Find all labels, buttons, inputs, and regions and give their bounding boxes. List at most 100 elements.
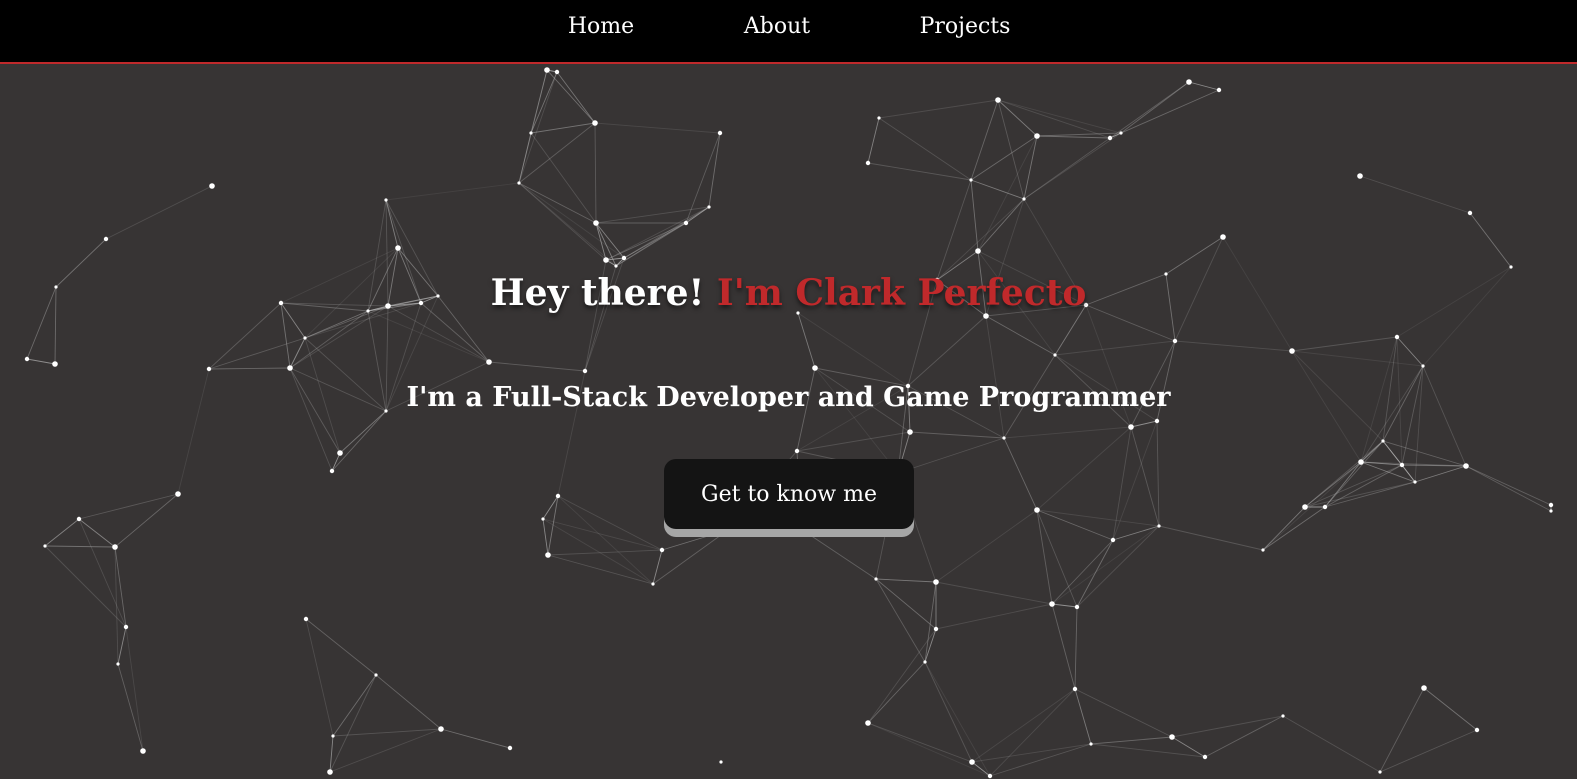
network-link <box>547 549 663 556</box>
network-node <box>1261 548 1265 552</box>
network-link <box>924 628 937 663</box>
network-link <box>1036 426 1132 511</box>
network-link <box>1085 273 1167 306</box>
network-node <box>1302 504 1308 510</box>
network-node <box>303 336 307 340</box>
network-link <box>1036 135 1111 139</box>
network-link <box>1003 437 1038 511</box>
network-link <box>800 528 877 580</box>
network-link <box>1036 509 1114 541</box>
network-link <box>1003 426 1132 439</box>
network-node <box>287 365 293 371</box>
network-node <box>975 248 981 254</box>
network-lines <box>26 69 1552 777</box>
network-link <box>924 661 991 777</box>
network-link <box>518 182 625 259</box>
network-node <box>1421 685 1427 691</box>
nav-link-projects[interactable]: Projects <box>920 14 1011 39</box>
network-node <box>1421 364 1425 368</box>
network-link <box>1036 509 1053 605</box>
network-node <box>1474 727 1480 733</box>
network-node <box>374 673 378 677</box>
network-link <box>1112 426 1132 541</box>
network-link <box>305 618 377 676</box>
network-link <box>897 437 1005 474</box>
network-link <box>1262 506 1326 551</box>
network-link <box>1054 354 1158 422</box>
network-link <box>924 581 937 663</box>
network-link <box>375 674 442 730</box>
network-link <box>1112 420 1158 541</box>
network-node <box>933 626 939 632</box>
network-node <box>1548 502 1554 508</box>
network-node <box>1394 334 1400 340</box>
network-link <box>78 518 116 548</box>
network-link <box>1156 420 1160 527</box>
network-node <box>683 220 689 226</box>
get-to-know-me-button[interactable]: Get to know me <box>664 459 914 529</box>
network-node <box>923 660 927 664</box>
network-link <box>936 279 987 317</box>
network-node <box>418 300 424 306</box>
network-node <box>329 468 335 474</box>
network-link <box>1360 365 1424 463</box>
network-link <box>1174 340 1293 352</box>
network-link <box>367 310 387 412</box>
network-link <box>1165 273 1176 342</box>
network-node <box>1357 173 1363 179</box>
network-node <box>865 160 871 166</box>
network-node <box>384 198 388 202</box>
network-node <box>1022 197 1026 201</box>
network-node <box>794 448 800 454</box>
network-link <box>935 603 1053 630</box>
network-node <box>934 277 940 283</box>
network-link <box>875 578 926 663</box>
network-link <box>1379 729 1478 773</box>
network-link <box>1090 736 1173 745</box>
network-link <box>385 199 399 249</box>
network-link <box>397 247 422 304</box>
network-link <box>339 410 387 454</box>
network-link <box>1054 304 1087 356</box>
network-node <box>554 69 560 75</box>
nav-link-home[interactable]: Home <box>568 14 634 39</box>
network-node <box>209 183 215 189</box>
network-link <box>208 337 306 370</box>
network-link <box>1359 175 1471 214</box>
network-link <box>1204 715 1284 758</box>
network-node <box>140 748 146 754</box>
network-node <box>796 311 800 315</box>
network-node <box>1089 742 1093 746</box>
network-node <box>933 579 939 585</box>
network-link <box>329 674 377 773</box>
network-node <box>517 181 521 185</box>
network-link <box>208 367 291 370</box>
network-node <box>544 67 550 73</box>
network-link <box>1051 539 1114 605</box>
particle-network-background <box>24 67 1554 779</box>
network-link <box>1171 715 1284 738</box>
network-node <box>1002 436 1006 440</box>
network-link <box>1036 509 1078 608</box>
network-node <box>812 365 818 371</box>
network-link <box>970 135 1038 181</box>
network-node <box>1119 131 1123 135</box>
network-node <box>486 359 492 365</box>
network-node <box>905 383 911 389</box>
top-navbar: Home About Projects <box>0 0 1577 64</box>
network-link <box>936 179 972 281</box>
nav-link-about[interactable]: About <box>744 14 810 39</box>
network-link <box>1036 509 1160 527</box>
network-node <box>327 769 333 775</box>
network-link <box>1379 687 1425 773</box>
network-node <box>707 205 711 209</box>
network-node <box>1509 265 1513 269</box>
network-node <box>116 662 120 666</box>
network-node <box>76 516 82 522</box>
network-link <box>1074 688 1092 745</box>
network-node <box>1202 754 1208 760</box>
network-link <box>1382 440 1467 467</box>
network-link <box>970 99 999 181</box>
network-link <box>117 663 144 752</box>
network-link <box>280 302 306 339</box>
